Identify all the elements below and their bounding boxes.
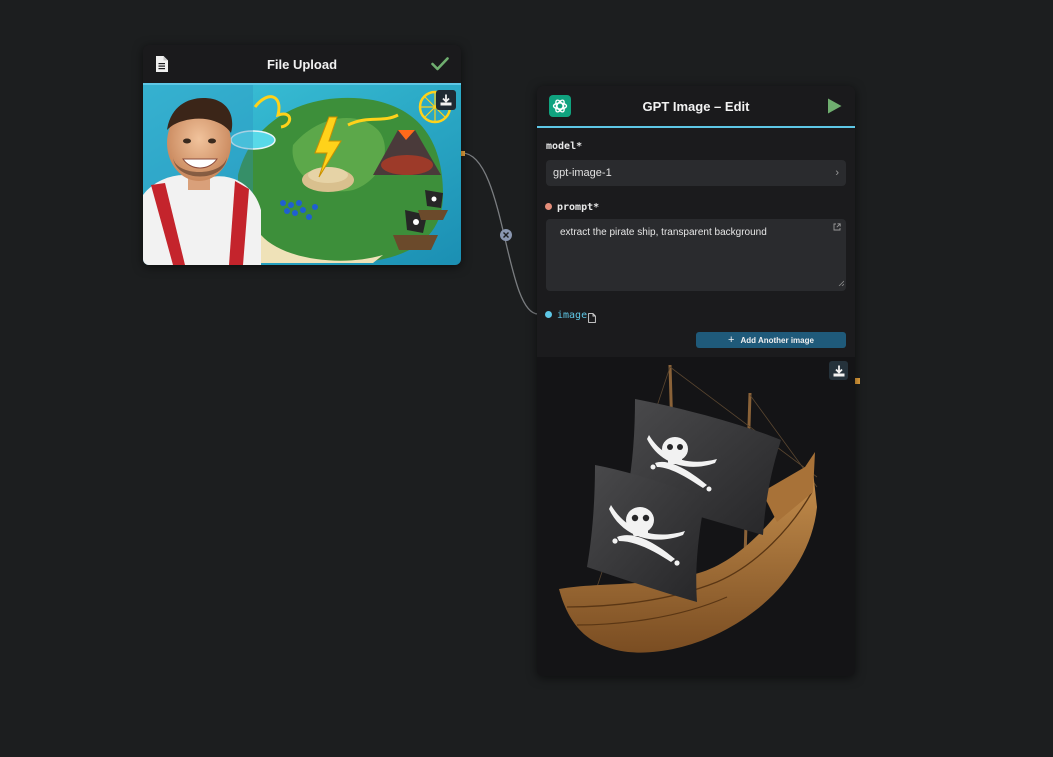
pirate-ship-output-image: [559, 364, 818, 653]
prompt-label: prompt*: [557, 202, 600, 213]
chevron-right-icon: ›: [835, 167, 839, 179]
gpt-image-edit-node[interactable]: GPT Image – Edit model* gpt-image-1 › pr…: [537, 86, 855, 676]
add-another-image-button[interactable]: + Add Another image: [696, 332, 846, 348]
disconnect-icon: [500, 229, 512, 241]
file-icon: [588, 310, 596, 328]
image-label: image: [557, 310, 588, 321]
file-upload-node[interactable]: File Upload: [143, 45, 461, 265]
file-upload-header[interactable]: File Upload: [143, 45, 461, 85]
plus-icon: +: [728, 334, 735, 346]
expand-external-icon[interactable]: [833, 223, 841, 234]
model-select[interactable]: gpt-image-1 ›: [546, 160, 846, 186]
document-icon: [155, 56, 168, 72]
resize-handle-icon[interactable]: [838, 278, 845, 289]
prompt-textarea[interactable]: extract the pirate ship, transparent bac…: [546, 219, 846, 291]
add-another-image-label: Add Another image: [740, 335, 814, 345]
model-label: model*: [546, 141, 583, 152]
model-select-value: gpt-image-1: [553, 167, 612, 179]
uploaded-image-preview[interactable]: [143, 85, 461, 265]
output-image-panel[interactable]: [537, 357, 855, 676]
output-download-button[interactable]: [829, 361, 848, 380]
connection-wire: [461, 152, 539, 315]
prompt-input-port[interactable]: [545, 203, 552, 210]
image-input-port[interactable]: [545, 311, 552, 318]
download-button[interactable]: [436, 90, 456, 110]
play-icon: [828, 98, 842, 114]
download-icon: [440, 94, 452, 106]
gpt-image-edit-header[interactable]: GPT Image – Edit: [537, 86, 855, 128]
gpt-image-edit-title: GPT Image – Edit: [642, 98, 750, 114]
download-icon: [833, 365, 844, 376]
prompt-text: extract the pirate ship, transparent bac…: [560, 227, 767, 238]
file-upload-title: File Upload: [266, 56, 338, 72]
island-thumbnail-image: [143, 85, 461, 265]
openai-icon: [549, 95, 571, 117]
check-icon: [431, 57, 449, 71]
play-button[interactable]: [827, 98, 842, 114]
